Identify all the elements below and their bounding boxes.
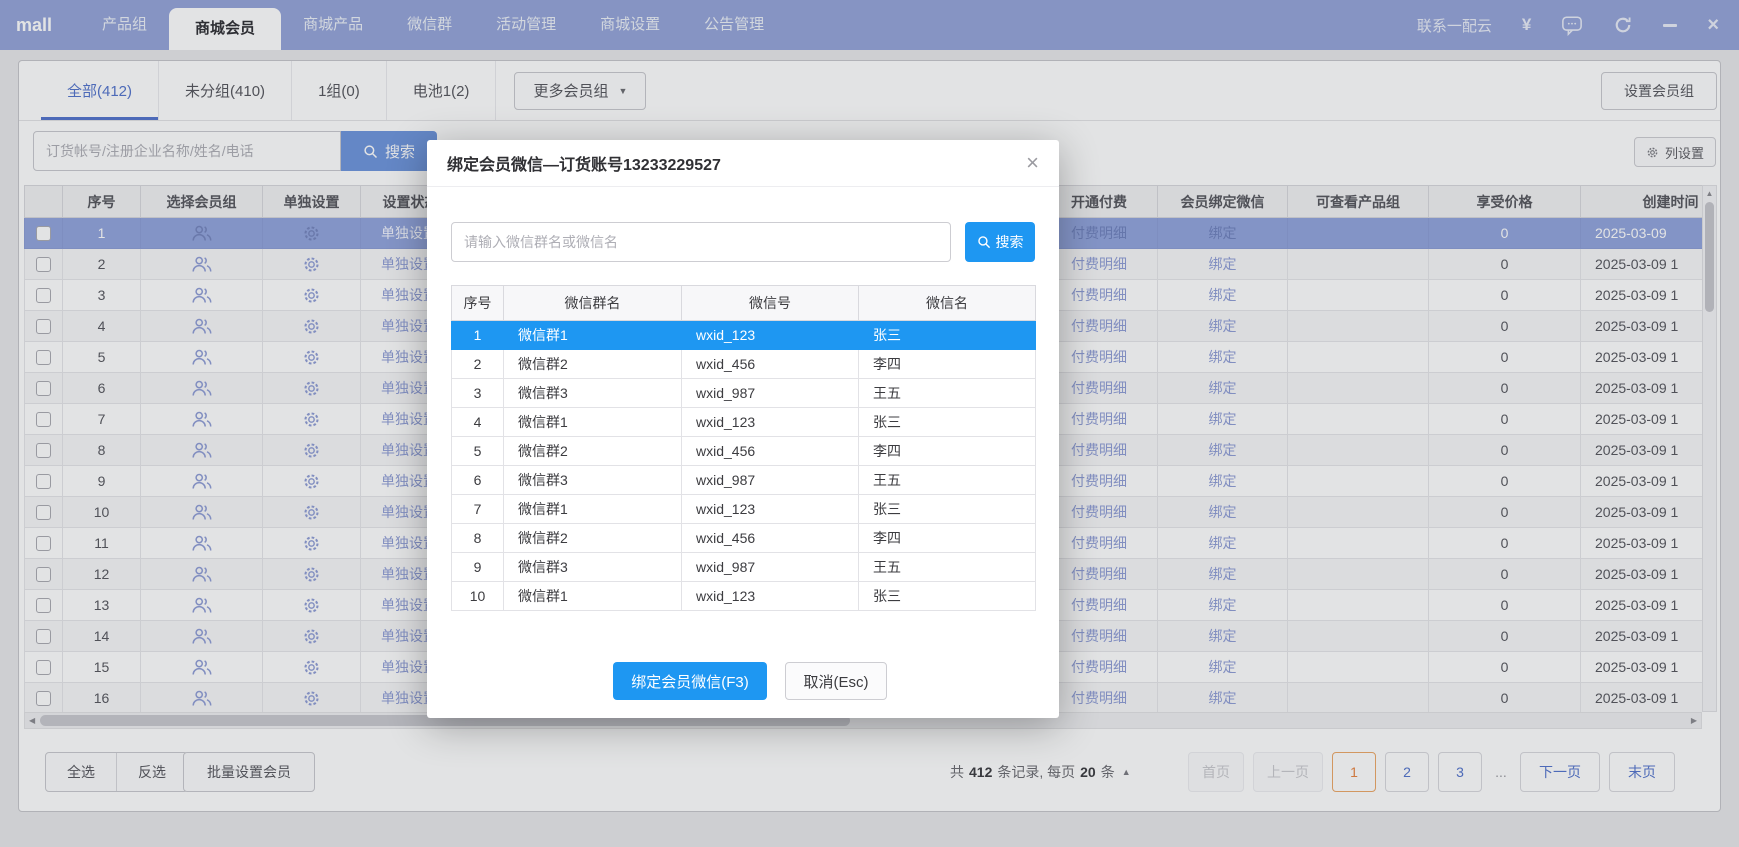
wechat-row[interactable]: 7微信群1wxid_123张三 <box>452 495 1036 524</box>
row-index: 6 <box>452 466 504 495</box>
wechat-name-cell[interactable]: 李四 <box>859 437 1036 466</box>
row-index: 10 <box>452 582 504 611</box>
row-index: 7 <box>452 495 504 524</box>
wechat-row[interactable]: 9微信群3wxid_987王五 <box>452 553 1036 582</box>
header-wechat-name: 微信名 <box>859 286 1036 321</box>
wechat-table-body: 1微信群1wxid_123张三2微信群2wxid_456李四3微信群3wxid_… <box>452 321 1036 611</box>
wechat-search-input[interactable] <box>451 222 951 262</box>
modal-title: 绑定会员微信—订货账号13233229527 <box>447 151 721 175</box>
wechat-name-cell[interactable]: 张三 <box>859 408 1036 437</box>
search-icon <box>977 235 991 249</box>
modal-header: 绑定会员微信—订货账号13233229527 × <box>427 140 1059 187</box>
wechat-table: 序号 微信群名 微信号 微信名 1微信群1wxid_123张三2微信群2wxid… <box>451 285 1036 611</box>
row-index: 5 <box>452 437 504 466</box>
wechat-row[interactable]: 5微信群2wxid_456李四 <box>452 437 1036 466</box>
row-index: 3 <box>452 379 504 408</box>
group-name-cell[interactable]: 微信群3 <box>504 553 682 582</box>
modal-close-icon[interactable]: × <box>1026 152 1039 174</box>
wxid-cell[interactable]: wxid_123 <box>682 321 859 350</box>
row-index: 8 <box>452 524 504 553</box>
wxid-cell[interactable]: wxid_456 <box>682 350 859 379</box>
group-name-cell[interactable]: 微信群2 <box>504 350 682 379</box>
cancel-button[interactable]: 取消(Esc) <box>785 662 887 700</box>
app-window: mall 产品组商城会员商城产品微信群活动管理商城设置公告管理 联系一配云 ¥ … <box>0 0 1739 847</box>
wechat-row[interactable]: 6微信群3wxid_987王五 <box>452 466 1036 495</box>
bind-wechat-modal: 绑定会员微信—订货账号13233229527 × 搜索 序号 微信群名 微信号 … <box>427 140 1059 718</box>
confirm-bind-button[interactable]: 绑定会员微信(F3) <box>613 662 767 700</box>
wxid-cell[interactable]: wxid_123 <box>682 408 859 437</box>
wechat-row[interactable]: 1微信群1wxid_123张三 <box>452 321 1036 350</box>
wxid-cell[interactable]: wxid_987 <box>682 553 859 582</box>
wechat-name-cell[interactable]: 张三 <box>859 321 1036 350</box>
wechat-row[interactable]: 2微信群2wxid_456李四 <box>452 350 1036 379</box>
row-index: 9 <box>452 553 504 582</box>
row-index: 1 <box>452 321 504 350</box>
wxid-cell[interactable]: wxid_456 <box>682 437 859 466</box>
group-name-cell[interactable]: 微信群3 <box>504 466 682 495</box>
group-name-cell[interactable]: 微信群1 <box>504 321 682 350</box>
wechat-row[interactable]: 4微信群1wxid_123张三 <box>452 408 1036 437</box>
group-name-cell[interactable]: 微信群3 <box>504 379 682 408</box>
wechat-name-cell[interactable]: 张三 <box>859 495 1036 524</box>
wechat-name-cell[interactable]: 王五 <box>859 466 1036 495</box>
wechat-name-cell[interactable]: 王五 <box>859 553 1036 582</box>
wechat-name-cell[interactable]: 张三 <box>859 582 1036 611</box>
wechat-row[interactable]: 8微信群2wxid_456李四 <box>452 524 1036 553</box>
wxid-cell[interactable]: wxid_123 <box>682 582 859 611</box>
row-index: 2 <box>452 350 504 379</box>
wxid-cell[interactable]: wxid_123 <box>682 495 859 524</box>
header-group-name: 微信群名 <box>504 286 682 321</box>
wechat-search-button[interactable]: 搜索 <box>965 222 1035 262</box>
wechat-name-cell[interactable]: 李四 <box>859 350 1036 379</box>
group-name-cell[interactable]: 微信群1 <box>504 495 682 524</box>
group-name-cell[interactable]: 微信群2 <box>504 524 682 553</box>
group-name-cell[interactable]: 微信群1 <box>504 408 682 437</box>
header-wxid: 微信号 <box>682 286 859 321</box>
wechat-row[interactable]: 3微信群3wxid_987王五 <box>452 379 1036 408</box>
header-index: 序号 <box>452 286 504 321</box>
wechat-row[interactable]: 10微信群1wxid_123张三 <box>452 582 1036 611</box>
group-name-cell[interactable]: 微信群2 <box>504 437 682 466</box>
wechat-name-cell[interactable]: 王五 <box>859 379 1036 408</box>
wxid-cell[interactable]: wxid_987 <box>682 379 859 408</box>
wxid-cell[interactable]: wxid_456 <box>682 524 859 553</box>
row-index: 4 <box>452 408 504 437</box>
wxid-cell[interactable]: wxid_987 <box>682 466 859 495</box>
wechat-table-header: 序号 微信群名 微信号 微信名 <box>452 286 1036 321</box>
group-name-cell[interactable]: 微信群1 <box>504 582 682 611</box>
wechat-name-cell[interactable]: 李四 <box>859 524 1036 553</box>
